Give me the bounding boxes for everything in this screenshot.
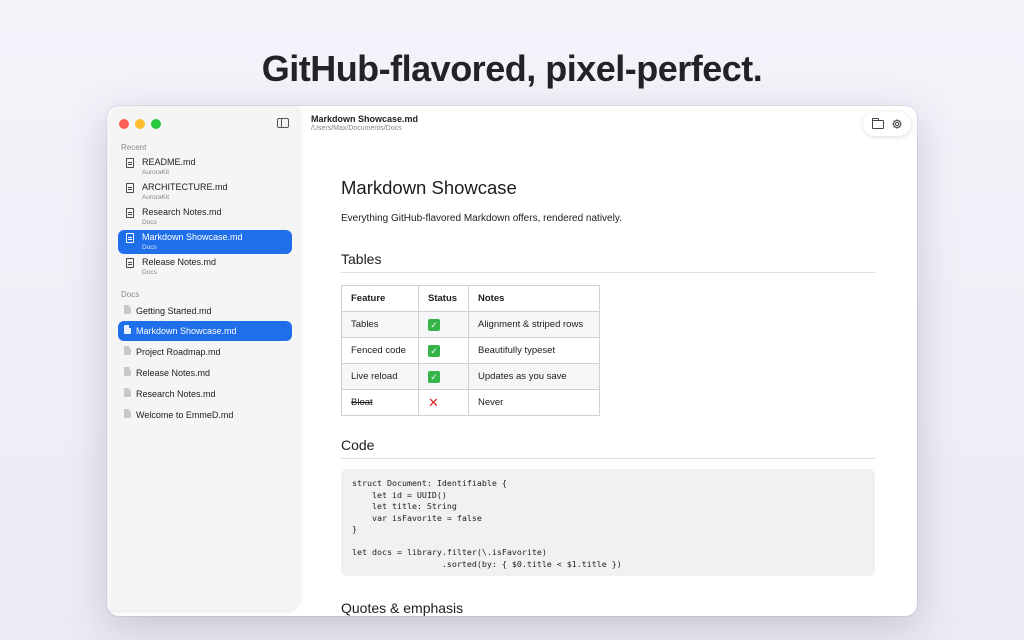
file-icon xyxy=(126,233,134,243)
document-lead-paragraph: Everything GitHub-flavored Markdown offe… xyxy=(341,213,622,224)
recent-item-folder: Docs xyxy=(142,219,157,226)
doc-item-selected[interactable]: Markdown Showcase.md xyxy=(118,321,292,341)
document-icon xyxy=(124,346,131,355)
doc-item-name: Welcome to EmmeD.md xyxy=(136,410,234,420)
document-icon xyxy=(124,388,131,397)
document-icon xyxy=(124,367,131,376)
recent-item[interactable]: Research Notes.md Docs xyxy=(118,205,292,229)
recent-item[interactable]: README.md AuroraKit xyxy=(118,155,292,179)
table-header-row: Feature Status Notes xyxy=(341,285,600,312)
recent-item-folder: Docs xyxy=(142,244,157,251)
check-mark-icon: ✓ xyxy=(428,318,440,331)
table-cell: ✕ xyxy=(418,389,469,416)
minimize-window-button[interactable] xyxy=(135,119,145,129)
table-cell: Alignment & striped rows xyxy=(468,311,600,338)
file-icon xyxy=(126,258,134,268)
recent-item-name: Release Notes.md xyxy=(142,257,217,267)
document-icon xyxy=(124,305,131,314)
sidebar-toggle-icon[interactable] xyxy=(277,118,289,128)
check-mark-icon: ✓ xyxy=(428,370,440,383)
docs-section-label: Docs xyxy=(121,290,140,299)
table-row: Bloat ✕ Never xyxy=(341,389,600,416)
recent-item-folder: Docs xyxy=(142,269,157,276)
doc-item-name: Getting Started.md xyxy=(136,306,212,316)
gear-icon[interactable] xyxy=(891,118,903,130)
recent-item-name: README.md xyxy=(142,157,196,167)
table-cell: ✓ xyxy=(418,363,469,390)
table-cell: Updates as you save xyxy=(468,363,600,390)
table-cell: Never xyxy=(468,389,600,416)
markdown-table: Feature Status Notes Tables ✓ Alignment … xyxy=(341,285,600,416)
recent-item-name: Research Notes.md xyxy=(142,207,222,217)
heading-divider xyxy=(341,458,875,459)
doc-item-name: Release Notes.md xyxy=(136,368,211,378)
quotes-heading: Quotes & emphasis xyxy=(341,600,464,616)
folder-icon[interactable] xyxy=(871,118,884,129)
recent-item-name: Markdown Showcase.md xyxy=(142,232,243,242)
heading-divider xyxy=(341,272,875,273)
table-header-cell: Status xyxy=(418,285,469,312)
doc-item[interactable]: Research Notes.md xyxy=(118,384,292,404)
file-icon xyxy=(126,158,134,168)
file-icon xyxy=(126,183,134,193)
recent-item[interactable]: ARCHITECTURE.md AuroraKit xyxy=(118,180,292,204)
code-block: struct Document: Identifiable { let id =… xyxy=(341,469,875,576)
sidebar: Recent README.md AuroraKit ARCHITECTURE.… xyxy=(107,106,299,610)
document-path: /Users/Max/Documents/Docs xyxy=(311,125,402,132)
document-icon xyxy=(124,409,131,418)
table-header-cell: Notes xyxy=(468,285,600,312)
table-cell: ✓ xyxy=(418,337,469,364)
recent-item[interactable]: Release Notes.md Docs xyxy=(118,255,292,279)
cross-mark-icon: ✕ xyxy=(428,394,439,410)
document-icon xyxy=(124,325,131,334)
table-cell: Tables xyxy=(341,311,419,338)
check-mark-icon: ✓ xyxy=(428,344,440,357)
table-cell: Fenced code xyxy=(341,337,419,364)
recent-section-label: Recent xyxy=(121,143,147,152)
tables-heading: Tables xyxy=(341,251,382,267)
document-title: Markdown Showcase.md xyxy=(311,114,419,124)
file-icon xyxy=(126,208,134,218)
window-controls xyxy=(119,119,161,129)
recent-item-folder: AuroraKit xyxy=(142,194,170,201)
doc-item-name: Project Roadmap.md xyxy=(136,347,221,357)
table-row: Tables ✓ Alignment & striped rows xyxy=(341,311,600,338)
doc-item-name: Research Notes.md xyxy=(136,389,216,399)
code-heading: Code xyxy=(341,437,375,453)
table-cell: Bloat xyxy=(341,389,419,416)
table-header-cell: Feature xyxy=(341,285,419,312)
recent-item-name: ARCHITECTURE.md xyxy=(142,182,228,192)
table-cell: Beautifully typeset xyxy=(468,337,600,364)
close-window-button[interactable] xyxy=(119,119,129,129)
doc-item[interactable]: Project Roadmap.md xyxy=(118,342,292,362)
table-row: Fenced code ✓ Beautifully typeset xyxy=(341,337,600,364)
doc-item[interactable]: Welcome to EmmeD.md xyxy=(118,405,292,425)
doc-item-name: Markdown Showcase.md xyxy=(136,326,237,336)
app-window: Recent README.md AuroraKit ARCHITECTURE.… xyxy=(107,106,917,616)
marketing-headline: GitHub-flavored, pixel-perfect. xyxy=(261,48,763,89)
zoom-window-button[interactable] xyxy=(151,119,161,129)
document-heading: Markdown Showcase xyxy=(341,177,517,198)
doc-item[interactable]: Release Notes.md xyxy=(118,363,292,383)
table-cell: Live reload xyxy=(341,363,419,390)
doc-item[interactable]: Getting Started.md xyxy=(118,301,292,321)
toolbar-button-group xyxy=(863,112,911,136)
table-row: Live reload ✓ Updates as you save xyxy=(341,363,600,390)
table-cell: ✓ xyxy=(418,311,469,338)
recent-item-selected[interactable]: Markdown Showcase.md Docs xyxy=(118,230,292,254)
recent-item-folder: AuroraKit xyxy=(142,169,170,176)
